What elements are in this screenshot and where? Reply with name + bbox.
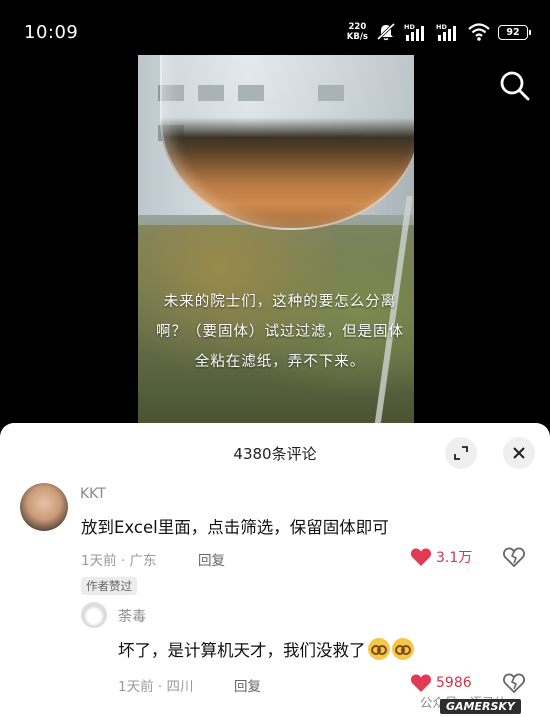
signal-icon-sim1: HD (404, 23, 428, 41)
wifi-icon (468, 23, 490, 41)
status-time: 10:09 (24, 22, 79, 43)
video-player[interactable]: 未来的院士们，这种的要怎么分离啊？（要固体）试过过滤，但是固体全粘在滤纸，弄不下… (0, 55, 550, 435)
mute-icon (376, 23, 396, 41)
heart-icon (410, 548, 432, 566)
emoji-icon (391, 638, 414, 660)
close-icon (513, 447, 525, 459)
signal-bars (406, 26, 424, 41)
comment-meta: 1天前 · 广东 (81, 549, 156, 569)
avatar[interactable] (20, 483, 68, 531)
network-speed-unit: KB/s (346, 32, 368, 42)
expand-button[interactable] (445, 437, 477, 469)
comment-location: 广东 (129, 553, 157, 569)
reply-button[interactable]: 回复 (234, 675, 261, 695)
comment-text: 放到Excel里面，点击筛选，保留固体即可 (81, 518, 389, 537)
broken-heart-icon (503, 547, 525, 568)
close-button[interactable] (503, 437, 535, 469)
avatar[interactable] (81, 602, 107, 628)
like-count: 3.1万 (436, 550, 473, 566)
status-icons: 220 KB/s HD HD 92 (347, 20, 531, 44)
comments-panel: 4380条评论 KKT 放到Excel里面，点击筛选，保留固体即可 1天前 · … (0, 423, 550, 717)
reply-text-content: 坏了，是计算机天才，我们没救了 (118, 641, 366, 660)
network-speed: 220 KB/s (347, 22, 368, 42)
reply-time: 1天前 (118, 679, 154, 695)
reply-button[interactable]: 回复 (198, 549, 225, 569)
signal-icon-sim2: HD (436, 23, 460, 41)
watermark-logo: GAMERSKY (440, 699, 521, 714)
reply-text: 坏了，是计算机天才，我们没救了 (118, 637, 414, 661)
like-button[interactable]: 3.1万 (410, 547, 472, 567)
signal-bars (438, 26, 456, 41)
emoji-icon (367, 638, 390, 660)
battery-icon: 92 (498, 24, 531, 40)
comment-username[interactable]: KKT (80, 486, 106, 502)
author-liked-badge: 作者赞过 (81, 577, 137, 595)
status-bar: 10:09 220 KB/s HD HD 92 (0, 0, 550, 55)
expand-icon (454, 446, 468, 460)
reply-meta: 1天前 · 四川 (118, 675, 193, 695)
network-speed-value: 220 (348, 22, 367, 32)
search-button[interactable] (498, 69, 532, 103)
video-frame: 未来的院士们，这种的要怎么分离啊？（要固体）试过过滤，但是固体全粘在滤纸，弄不下… (138, 55, 414, 435)
reply-location: 四川 (166, 679, 194, 695)
comment-time: 1天前 (81, 553, 117, 569)
dislike-button[interactable] (503, 547, 525, 571)
reply-username[interactable]: 荼毒 (118, 606, 146, 626)
search-icon (500, 71, 530, 101)
video-caption: 未来的院士们，这种的要怎么分离啊？（要固体）试过过滤，但是固体全粘在滤纸，弄不下… (156, 294, 404, 370)
